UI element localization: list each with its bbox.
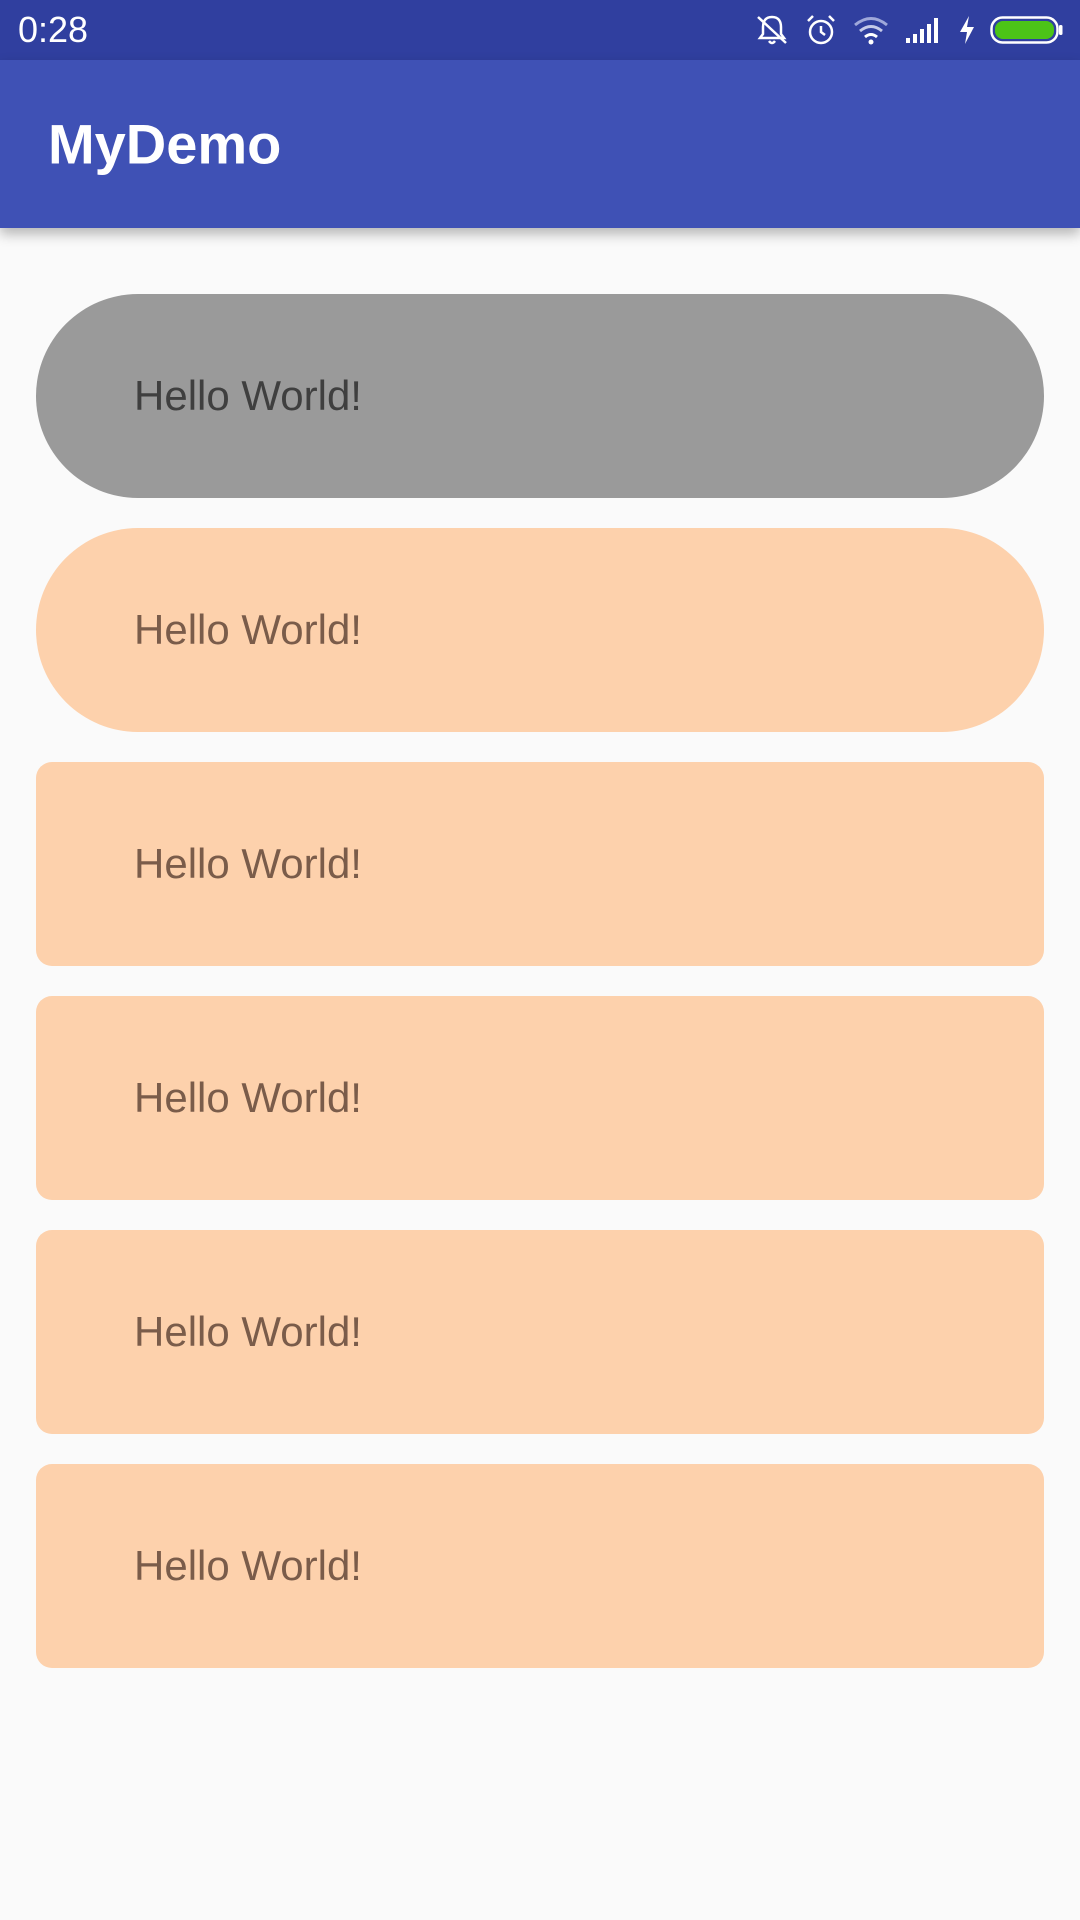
list-item[interactable]: Hello World! [36,294,1044,498]
list-item[interactable]: Hello World! [36,762,1044,966]
signal-icon [904,16,944,44]
app-title: MyDemo [48,112,282,176]
list-item[interactable]: Hello World! [36,528,1044,732]
charging-icon [958,15,976,45]
list-item[interactable]: Hello World! [36,1464,1044,1668]
status-time: 0:28 [18,9,89,50]
bell-off-icon [754,13,790,47]
card-list: Hello World! Hello World! Hello World! H… [36,294,1044,1668]
list-item-label: Hello World! [134,372,362,419]
status-icons [754,13,1064,47]
list-item-label: Hello World! [134,840,362,887]
list-item-label: Hello World! [134,1074,362,1121]
app-bar: MyDemo [0,60,1080,228]
wifi-icon [852,15,890,45]
list-item-label: Hello World! [134,1542,362,1589]
alarm-icon [804,13,838,47]
list-item[interactable]: Hello World! [36,1230,1044,1434]
status-bar: 0:28 [0,0,1080,60]
battery-icon [990,15,1064,45]
list-item-label: Hello World! [134,606,362,653]
list-item[interactable]: Hello World! [36,996,1044,1200]
list-item-label: Hello World! [134,1308,362,1355]
